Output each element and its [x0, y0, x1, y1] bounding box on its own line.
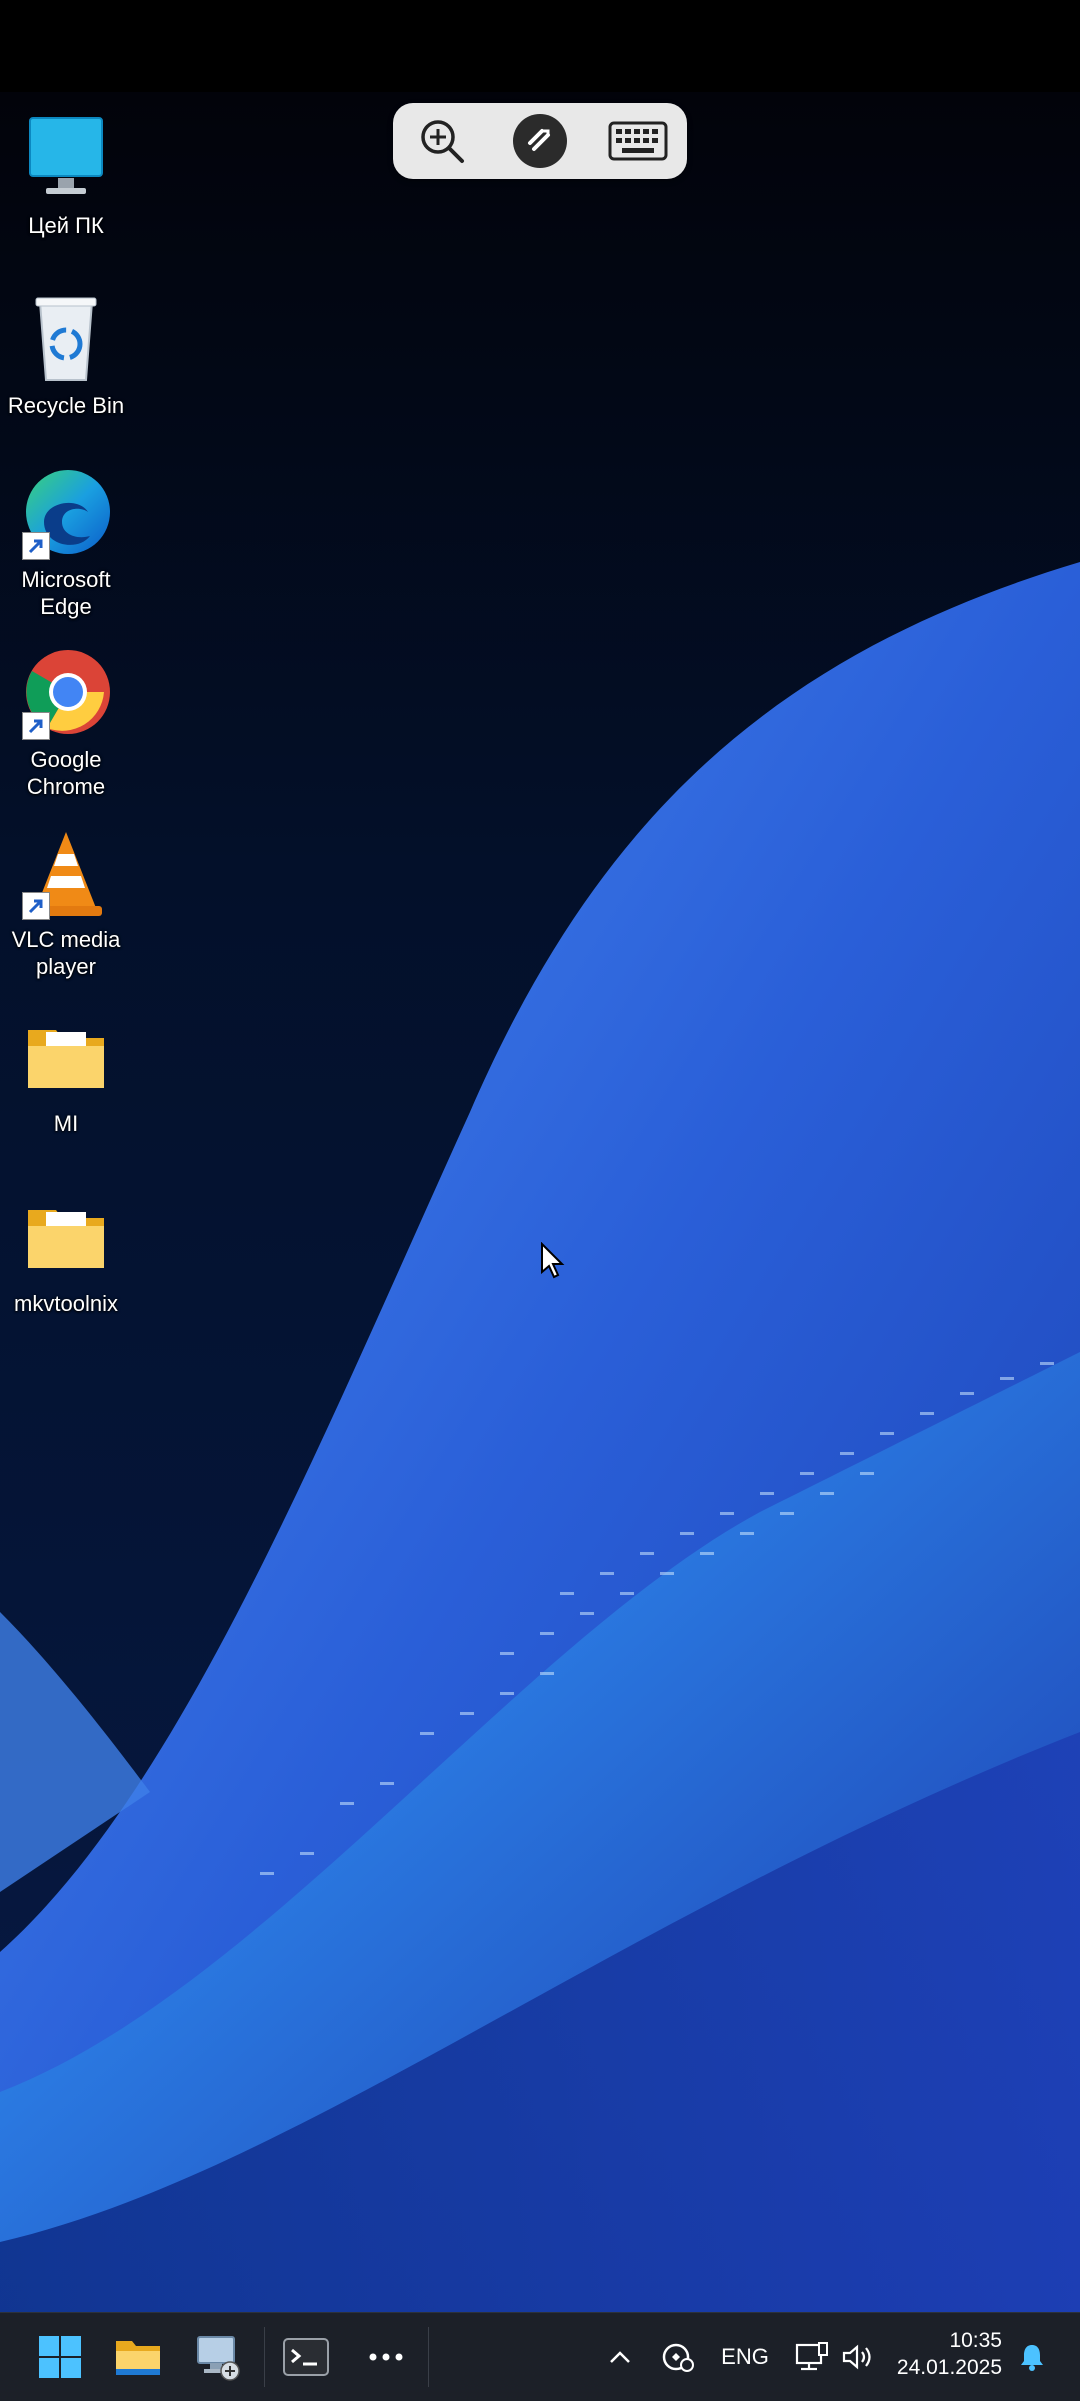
volume-icon[interactable]: [838, 2327, 878, 2387]
desktop-icon-this-pc[interactable]: Цей ПК: [0, 112, 132, 239]
wallpaper: [0, 562, 1080, 2312]
desktop-icon-label: Microsoft Edge: [21, 567, 111, 619]
desktop-icon-label: Google Chrome: [26, 747, 106, 799]
desktop-icon-folder-mkvtoolnix[interactable]: mkvtoolnix: [0, 1190, 132, 1317]
desktop-icon-label: mkvtoolnix: [14, 1291, 118, 1316]
file-explorer-icon[interactable]: [108, 2327, 168, 2387]
security-icon[interactable]: [656, 2327, 700, 2387]
clock[interactable]: 10:35 24.01.2025: [897, 2327, 1002, 2381]
desktop[interactable]: [0, 92, 1080, 2312]
taskbar-divider: [264, 2327, 265, 2387]
desktop-icon-label: VLC media player: [11, 927, 121, 979]
more-icon[interactable]: [356, 2327, 416, 2387]
desktop-icon-label: Recycle Bin: [7, 393, 125, 418]
vlc-icon: [18, 826, 114, 922]
clock-date: 24.01.2025: [896, 2356, 1002, 2379]
microsoft-edge-icon: [18, 466, 114, 562]
remote-desktop-icon[interactable]: [188, 2327, 248, 2387]
shortcut-arrow-icon: [22, 892, 50, 920]
network-icon[interactable]: [792, 2327, 832, 2387]
remote-toolbar: [393, 103, 687, 179]
folder-icon: [18, 1190, 114, 1286]
desktop-icon-recycle-bin[interactable]: Recycle Bin: [0, 292, 132, 419]
keyboard-icon[interactable]: [603, 111, 673, 171]
taskbar-divider: [428, 2327, 429, 2387]
recycle-bin-icon: [18, 292, 114, 388]
status-bar-area: [0, 0, 1080, 92]
windows-start-icon[interactable]: [30, 2327, 90, 2387]
desktop-icon-vlc[interactable]: VLC media player: [0, 826, 132, 980]
google-chrome-icon: [18, 646, 114, 742]
desktop-icon-google-chrome[interactable]: Google Chrome: [0, 646, 132, 800]
remote-connection-icon[interactable]: [505, 111, 575, 171]
zoom-in-icon[interactable]: [407, 111, 477, 171]
folder-icon: [18, 1010, 114, 1106]
language-label: ENG: [721, 2344, 769, 2369]
clock-time: 10:35: [949, 2329, 1002, 2352]
desktop-icon-label: MI: [53, 1111, 79, 1136]
taskbar: ENG 10:35 24.01.2025: [0, 2312, 1080, 2401]
chevron-up-icon[interactable]: [600, 2327, 640, 2387]
desktop-icon-label: Цей ПК: [28, 213, 104, 238]
mouse-cursor-icon: [541, 1242, 565, 1279]
this-pc-icon: [18, 112, 114, 208]
desktop-icon-folder-mi[interactable]: MI: [0, 1010, 132, 1137]
desktop-icon-microsoft-edge[interactable]: Microsoft Edge: [0, 466, 132, 620]
terminal-icon[interactable]: [276, 2327, 336, 2387]
shortcut-arrow-icon: [22, 532, 50, 560]
notification-bell-icon[interactable]: [1012, 2327, 1052, 2387]
language-indicator[interactable]: ENG: [714, 2327, 776, 2387]
shortcut-arrow-icon: [22, 712, 50, 740]
